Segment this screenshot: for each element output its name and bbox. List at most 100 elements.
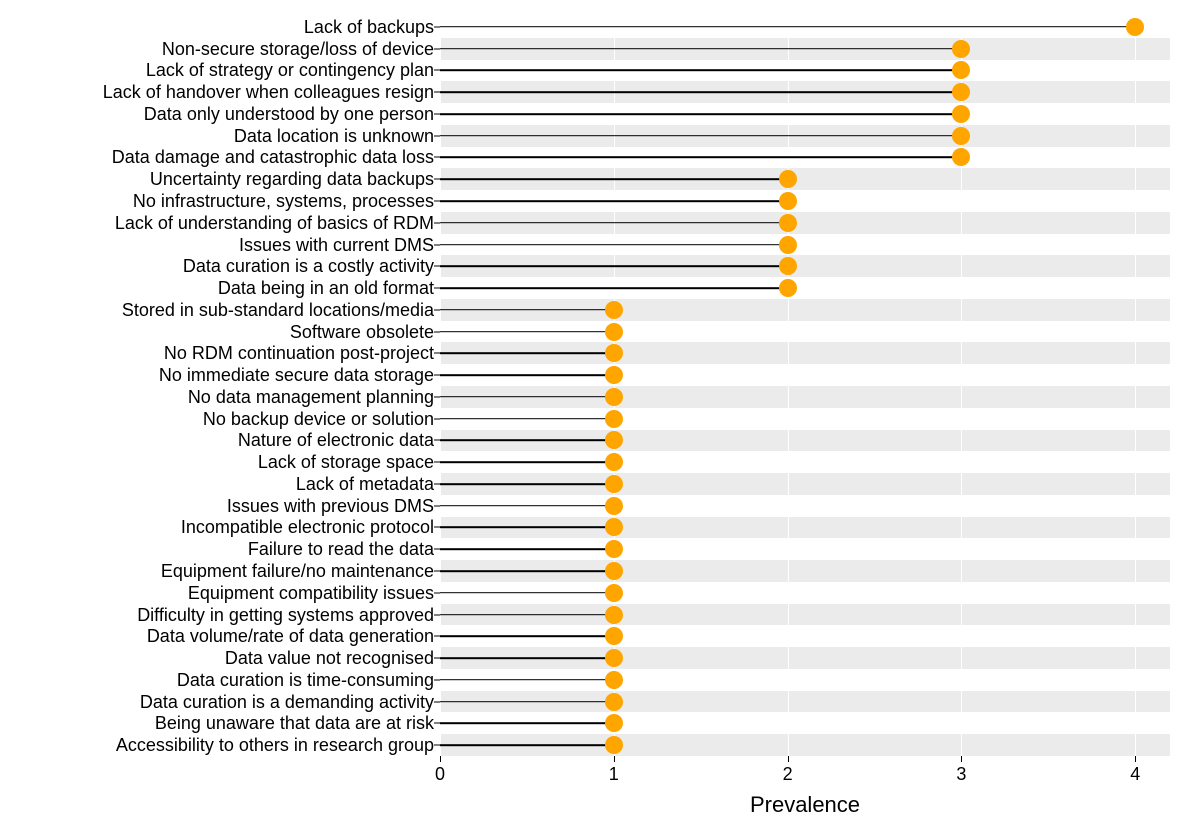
lollipop-stem bbox=[440, 178, 788, 180]
y-tick-label: Data being in an old format bbox=[218, 279, 434, 297]
lollipop-dot bbox=[605, 584, 623, 602]
x-tick-label: 2 bbox=[783, 764, 793, 785]
y-tick-label: Data location is unknown bbox=[234, 127, 434, 145]
plot-area bbox=[440, 16, 1170, 756]
lollipop-dot bbox=[779, 236, 797, 254]
y-tick-label: No RDM continuation post-project bbox=[164, 344, 434, 362]
lollipop-dot bbox=[1126, 18, 1144, 36]
lollipop-stem bbox=[440, 222, 788, 224]
lollipop-stem bbox=[440, 157, 961, 159]
chart-container: Lack of backups Non-secure storage/loss o… bbox=[0, 0, 1200, 839]
lollipop-stem bbox=[440, 244, 788, 246]
lollipop-stem bbox=[440, 548, 614, 550]
lollipop-dot bbox=[605, 649, 623, 667]
lollipop-dot bbox=[605, 693, 623, 711]
lollipop-dot bbox=[605, 518, 623, 536]
y-tick-label: Data curation is a costly activity bbox=[183, 257, 434, 275]
lollipop-stem bbox=[440, 396, 614, 398]
y-tick-label: Incompatible electronic protocol bbox=[181, 518, 434, 536]
y-tick-label: Nature of electronic data bbox=[238, 431, 434, 449]
lollipop-stem bbox=[440, 265, 788, 267]
lollipop-dot bbox=[952, 127, 970, 145]
lollipop-stem bbox=[440, 135, 961, 137]
lollipop-dot bbox=[605, 497, 623, 515]
y-tick-label: Lack of metadata bbox=[296, 475, 434, 493]
y-tick-label: Being unaware that data are at risk bbox=[155, 714, 434, 732]
y-tick-label: Lack of handover when colleagues resign bbox=[103, 83, 434, 101]
lollipop-stem bbox=[440, 635, 614, 637]
lollipop-dot bbox=[605, 431, 623, 449]
y-tick-label: Data damage and catastrophic data loss bbox=[112, 148, 434, 166]
y-tick-label: Data volume/rate of data generation bbox=[147, 627, 434, 645]
y-tick-label: Stored in sub-standard locations/media bbox=[122, 301, 434, 319]
lollipop-stem bbox=[440, 592, 614, 594]
lollipop-dot bbox=[605, 562, 623, 580]
lollipop-dot bbox=[779, 192, 797, 210]
lollipop-dot bbox=[605, 540, 623, 558]
lollipop-dot bbox=[605, 453, 623, 471]
lollipop-dot bbox=[605, 366, 623, 384]
y-tick-label: Failure to read the data bbox=[248, 540, 434, 558]
lollipop-stem bbox=[440, 527, 614, 529]
lollipop-stem bbox=[440, 701, 614, 703]
y-tick-label: No infrastructure, systems, processes bbox=[133, 192, 434, 210]
lollipop-stem bbox=[440, 26, 1135, 28]
lollipop-stem bbox=[440, 70, 961, 72]
lollipop-dot bbox=[605, 344, 623, 362]
y-tick-label: Issues with current DMS bbox=[239, 236, 434, 254]
y-tick-label: Software obsolete bbox=[290, 323, 434, 341]
lollipop-stem bbox=[440, 418, 614, 420]
x-tick-label: 1 bbox=[609, 764, 619, 785]
lollipop-dot bbox=[952, 105, 970, 123]
lollipop-dot bbox=[605, 736, 623, 754]
y-tick-label: Data curation is a demanding activity bbox=[140, 693, 434, 711]
lollipop-dot bbox=[605, 627, 623, 645]
lollipop-dot bbox=[779, 279, 797, 297]
lollipop-stem bbox=[440, 657, 614, 659]
lollipop-dot bbox=[605, 410, 623, 428]
lollipop-dot bbox=[779, 214, 797, 232]
lollipop-stem bbox=[440, 505, 614, 507]
lollipop-dot bbox=[605, 323, 623, 341]
lollipop-stem bbox=[440, 461, 614, 463]
lollipop-stem bbox=[440, 374, 614, 376]
x-axis-title: Prevalence bbox=[750, 792, 860, 818]
lollipop-stem bbox=[440, 287, 788, 289]
y-tick-label: Equipment failure/no maintenance bbox=[161, 562, 434, 580]
lollipop-stem bbox=[440, 91, 961, 93]
y-tick-label: Uncertainty regarding data backups bbox=[150, 170, 434, 188]
lollipop-dot bbox=[605, 606, 623, 624]
x-tick-label: 3 bbox=[956, 764, 966, 785]
y-tick-label: Data value not recognised bbox=[225, 649, 434, 667]
y-tick-label: Accessibility to others in research grou… bbox=[116, 736, 434, 754]
lollipop-stem bbox=[440, 570, 614, 572]
y-tick-label: No data management planning bbox=[188, 388, 434, 406]
lollipop-dot bbox=[779, 257, 797, 275]
y-tick-label: Lack of understanding of basics of RDM bbox=[115, 214, 434, 232]
y-tick-label: Equipment compatibility issues bbox=[188, 584, 434, 602]
lollipop-dot bbox=[779, 170, 797, 188]
lollipop-stem bbox=[440, 200, 788, 202]
lollipop-stem bbox=[440, 723, 614, 725]
y-tick-label: Lack of backups bbox=[304, 18, 434, 36]
lollipop-stem bbox=[440, 353, 614, 355]
y-tick-label: No immediate secure data storage bbox=[159, 366, 434, 384]
lollipop-stem bbox=[440, 309, 614, 311]
y-tick-label: Lack of strategy or contingency plan bbox=[146, 61, 434, 79]
lollipop-dot bbox=[952, 40, 970, 58]
lollipop-dot bbox=[605, 671, 623, 689]
lollipop-stem bbox=[440, 331, 614, 333]
y-tick-label: Lack of storage space bbox=[258, 453, 434, 471]
lollipop-stem bbox=[440, 744, 614, 746]
lollipop-stem bbox=[440, 679, 614, 681]
x-tick-label: 4 bbox=[1130, 764, 1140, 785]
lollipop-dot bbox=[952, 61, 970, 79]
lollipop-dot bbox=[952, 148, 970, 166]
y-tick-label: Issues with previous DMS bbox=[227, 497, 434, 515]
lollipop-stem bbox=[440, 614, 614, 616]
lollipop-stem bbox=[440, 48, 961, 50]
y-tick-label: Non-secure storage/loss of device bbox=[162, 40, 434, 58]
y-tick-label: No backup device or solution bbox=[203, 410, 434, 428]
y-tick-label: Data only understood by one person bbox=[144, 105, 434, 123]
lollipop-dot bbox=[605, 301, 623, 319]
